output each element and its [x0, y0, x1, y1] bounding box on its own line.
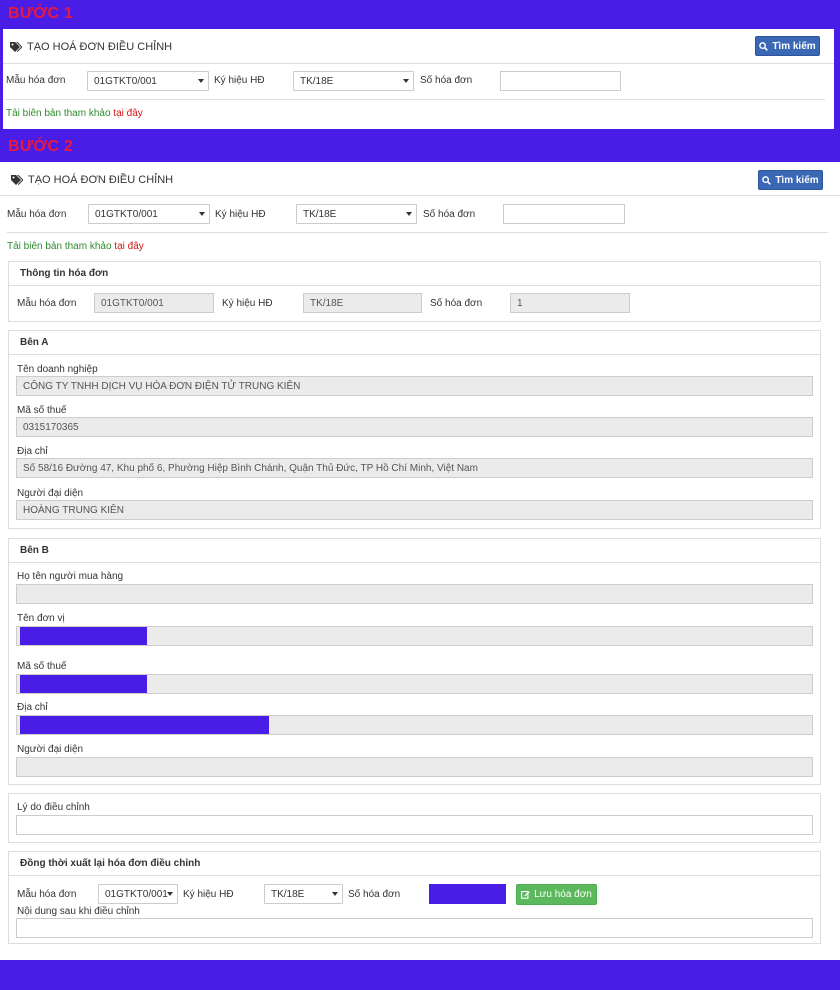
reissue-title: Đồng thời xuất lại hóa đơn điều chỉnh — [9, 852, 820, 876]
step2-kyhieu-label: Ký hiệu HĐ — [215, 209, 266, 220]
chevron-down-icon — [199, 212, 205, 216]
step1-mau-select[interactable]: 01GTKT0/001 — [87, 71, 209, 91]
step2-mau-value: 01GTKT0/001 — [95, 208, 158, 220]
step2-so-label: Số hóa đơn — [423, 209, 476, 220]
ben-a-company-field: CÔNG TY TNHH DỊCH VỤ HÓA ĐƠN ĐIỆN TỬ TRU… — [16, 376, 813, 396]
ben-b-unit-redaction — [20, 627, 147, 645]
step2-search-label: Tìm kiếm — [775, 174, 819, 186]
step2-header-text: TẠO HOÁ ĐƠN ĐIỀU CHỈNH — [28, 174, 174, 186]
reissue-so-redaction[interactable] — [429, 884, 506, 904]
info-mau-field: 01GTKT0/001 — [94, 293, 214, 313]
reissue-content-label: Nội dung sau khi điều chỉnh — [17, 906, 140, 917]
chevron-down-icon — [198, 79, 204, 83]
step1-kyhieu-label: Ký hiệu HĐ — [214, 75, 265, 86]
chevron-down-icon — [406, 212, 412, 216]
reason-input[interactable] — [16, 815, 813, 835]
info-mau-label: Mẫu hóa đơn — [17, 298, 77, 309]
step2-kyhieu-value: TK/18E — [303, 208, 337, 220]
ben-a-title: Bên A — [9, 331, 820, 355]
step1-download-link[interactable]: tại đây — [113, 108, 142, 119]
reissue-kyhieu-label: Ký hiệu HĐ — [183, 889, 234, 900]
step1-title: BƯỚC 1 — [8, 5, 74, 22]
ben-a-address-label: Địa chỉ — [17, 446, 48, 457]
ben-b-tax-redaction — [20, 675, 147, 693]
ben-b-rep-field — [16, 757, 813, 777]
tags-icon — [11, 175, 23, 185]
ben-b-address-label: Địa chỉ — [17, 702, 48, 713]
search-icon — [762, 175, 772, 185]
reissue-kyhieu-select[interactable]: TK/18E — [264, 884, 343, 904]
ben-b-buyer-field — [16, 584, 813, 604]
info-kyhieu-field: TK/18E — [303, 293, 422, 313]
reissue-mau-label: Mẫu hóa đơn — [17, 889, 77, 900]
reissue-so-label: Số hóa đơn — [348, 889, 401, 900]
step2-download-text: Tải biên bản tham khảo — [7, 241, 112, 252]
step1-so-label: Số hóa đơn — [420, 75, 473, 86]
reissue-kyhieu-value: TK/18E — [271, 888, 305, 900]
step1-kyhieu-select[interactable]: TK/18E — [293, 71, 414, 91]
reason-box: Lý do điều chỉnh — [8, 793, 821, 843]
step1-panel: TẠO HOÁ ĐƠN ĐIỀU CHỈNH Tìm kiếm Mẫu hóa … — [3, 29, 834, 129]
step2-mau-label: Mẫu hóa đơn — [7, 209, 67, 220]
ben-b-rep-label: Người đại diện — [17, 744, 84, 755]
ben-b-tax-label: Mã số thuế — [17, 661, 67, 672]
chevron-down-icon — [167, 892, 173, 896]
step2-mau-select[interactable]: 01GTKT0/001 — [88, 204, 210, 224]
step1-download-text: Tải biên bản tham khảo — [6, 108, 111, 119]
step2-title: BƯỚC 2 — [8, 138, 74, 155]
ben-a-tax-field: 0315170365 — [16, 417, 813, 437]
chevron-down-icon — [403, 79, 409, 83]
ben-a-company-label: Tên doanh nghiệp — [17, 364, 98, 375]
ben-b-unit-label: Tên đơn vị — [17, 613, 65, 624]
ben-b-box: Bên B Họ tên người mua hàng Tên đơn vị M… — [8, 538, 821, 785]
ben-a-tax-label: Mã số thuế — [17, 405, 67, 416]
ben-b-title: Bên B — [9, 539, 820, 563]
ben-a-rep-label: Người đại diện — [17, 488, 84, 499]
step1-mau-label: Mẫu hóa đơn — [6, 75, 66, 86]
info-so-field: 1 — [510, 293, 630, 313]
step1-so-input[interactable] — [500, 71, 621, 91]
edit-icon — [521, 890, 530, 899]
chevron-down-icon — [332, 892, 338, 896]
reissue-box: Đồng thời xuất lại hóa đơn điều chỉnh Mẫ… — [8, 851, 821, 944]
invoice-info-box: Thông tin hóa đơn Mẫu hóa đơn 01GTKT0/00… — [8, 261, 821, 322]
reissue-content-input[interactable] — [16, 918, 813, 938]
step2-panel: TẠO HOÁ ĐƠN ĐIỀU CHỈNH Tìm kiếm Mẫu hóa … — [0, 162, 840, 960]
step2-search-button[interactable]: Tìm kiếm — [758, 170, 823, 190]
reissue-mau-select[interactable]: 01GTKT0/001 — [98, 884, 178, 904]
step2-header: TẠO HOÁ ĐƠN ĐIỀU CHỈNH — [10, 172, 173, 188]
reissue-mau-value: 01GTKT0/001 — [105, 888, 168, 900]
save-invoice-button[interactable]: Lưu hóa đơn — [516, 884, 597, 905]
ben-b-address-redaction — [20, 716, 269, 734]
info-kyhieu-label: Ký hiệu HĐ — [222, 298, 273, 309]
reason-label: Lý do điều chỉnh — [17, 802, 90, 813]
step1-header: TẠO HOÁ ĐƠN ĐIỀU CHỈNH — [9, 39, 172, 55]
step1-header-text: TẠO HOÁ ĐƠN ĐIỀU CHỈNH — [27, 41, 173, 53]
search-icon — [759, 41, 769, 51]
step2-kyhieu-select[interactable]: TK/18E — [296, 204, 417, 224]
info-so-label: Số hóa đơn — [430, 298, 483, 309]
invoice-info-title: Thông tin hóa đơn — [9, 262, 820, 286]
step1-search-button[interactable]: Tìm kiếm — [755, 36, 820, 56]
step2-download-note: Tải biên bản tham khảo tại đây — [7, 241, 144, 252]
step1-search-label: Tìm kiếm — [772, 40, 816, 52]
step2-so-input[interactable] — [503, 204, 625, 224]
ben-a-box: Bên A Tên doanh nghiệp CÔNG TY TNHH DỊCH… — [8, 330, 821, 529]
step1-kyhieu-value: TK/18E — [300, 75, 334, 87]
step1-mau-value: 01GTKT0/001 — [94, 75, 157, 87]
ben-a-rep-field: HOÀNG TRUNG KIÊN — [16, 500, 813, 520]
ben-b-buyer-label: Họ tên người mua hàng — [17, 571, 124, 582]
step1-download-note: Tải biên bản tham khảo tại đây — [6, 108, 143, 119]
ben-a-address-field: Số 58/16 Đường 47, Khu phố 6, Phường Hiệ… — [16, 458, 813, 478]
tags-icon — [10, 42, 22, 52]
step2-download-link[interactable]: tại đây — [114, 241, 143, 252]
save-invoice-label: Lưu hóa đơn — [534, 889, 592, 900]
